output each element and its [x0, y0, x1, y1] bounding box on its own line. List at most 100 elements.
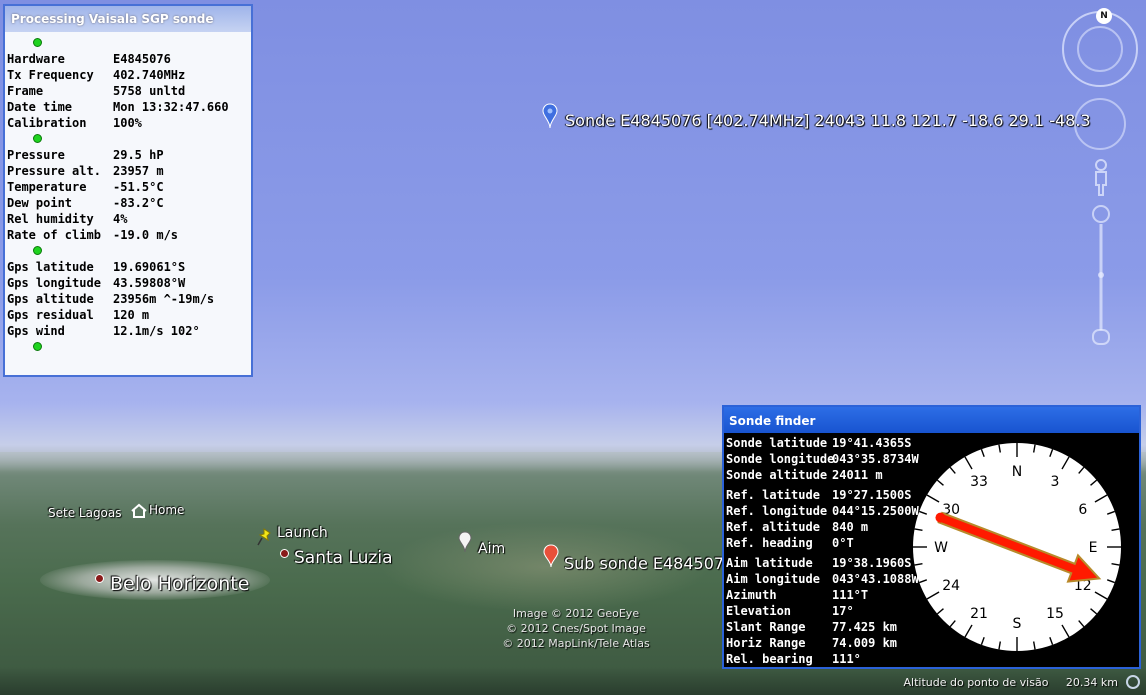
imagery-copyright: Image © 2012 GeoEye © 2012 Cnes/Spot Ima…	[496, 606, 656, 651]
row-label: Sonde longitude	[726, 452, 835, 466]
compass-label: S	[1013, 616, 1022, 632]
status-bar: Altitude do ponto de visão 20.34 km	[0, 672, 1146, 695]
row-value: 043°35.8734W	[832, 452, 919, 466]
data-row: Hardware E4845076	[7, 51, 251, 67]
label-aim[interactable]: Aim	[478, 541, 505, 557]
row-label: Azimuth	[726, 588, 777, 602]
status-dot	[33, 342, 42, 351]
data-row: Pressure 29.5 hP	[7, 147, 251, 163]
row-label: Aim latitude	[726, 556, 813, 570]
north-button[interactable]: N	[1096, 8, 1112, 24]
data-row: Rate of climb -19.0 m/s	[7, 227, 251, 243]
home-icon[interactable]	[130, 503, 148, 519]
compass-label: 21	[970, 606, 988, 622]
row-label: Gps wind	[7, 324, 65, 338]
row-value: 402.740MHz	[113, 68, 186, 82]
row-value: 17°	[832, 604, 854, 618]
row-label: Pressure alt.	[7, 164, 101, 178]
data-row: Ref. longitude 044°15.2500W	[726, 503, 926, 519]
data-row: Elevation 17°	[726, 603, 926, 619]
row-value: -83.2°C	[113, 196, 164, 210]
row-label: Ref. altitude	[726, 520, 820, 534]
row-value: 5758 unltd	[113, 84, 186, 98]
row-label: Aim longitude	[726, 572, 820, 586]
row-label: Gps altitude	[7, 292, 94, 306]
hardware-group: Hardware E4845076 Tx Frequency 402.740MHz Fr…	[7, 51, 251, 131]
sonde-finder-title[interactable]: Sonde finder	[724, 407, 1139, 433]
label-launch[interactable]: Launch	[277, 525, 328, 541]
compass-label: 24	[942, 578, 960, 594]
data-row: Ref. latitude 19°27.1500S	[726, 487, 926, 503]
data-row: Dew point -83.2°C	[7, 195, 251, 211]
data-row: Slant Range 77.425 km	[726, 619, 926, 635]
row-label: Gps longitude	[7, 276, 101, 290]
yellow-pushpin-icon[interactable]	[256, 527, 274, 547]
sonde-placemark[interactable]: Sonde E4845076 [402.74MHz] 24043 11.8 12…	[541, 103, 1091, 130]
red-pin-icon[interactable]	[542, 544, 560, 568]
bearing-arrow-tail	[935, 512, 946, 523]
compass-label: E	[1089, 540, 1098, 556]
row-value: Mon 13:32:47.660	[113, 100, 229, 114]
data-row: Temperature -51.5°C	[7, 179, 251, 195]
row-label: Tx Frequency	[7, 68, 94, 82]
label-sub-sonde[interactable]: Sub sonde E4845076	[564, 554, 722, 573]
row-value: 840 m	[832, 520, 869, 534]
data-row: Gps altitude 23956m ^-19m/s	[7, 291, 251, 307]
row-label: Hardware	[7, 52, 65, 66]
row-value: 74.009 km	[832, 636, 898, 650]
label-sete-lagoas[interactable]: Sete Lagoas	[48, 506, 122, 520]
row-value: 19°27.1500S	[832, 488, 912, 502]
row-value: 19.69061°S	[113, 260, 186, 274]
white-pin-icon[interactable]	[457, 531, 473, 553]
data-row: Rel humidity 4%	[7, 211, 251, 227]
compass-label: 15	[1046, 606, 1064, 622]
compass-rose: N36E1215S2124W3033	[913, 443, 1121, 651]
sonde-placemark-label[interactable]: Sonde E4845076 [402.74MHz] 24043 11.8 12…	[565, 111, 1091, 130]
eye-altitude-readout: Altitude do ponto de visão 20.34 km	[904, 676, 1119, 689]
row-label: Frame	[7, 84, 44, 98]
row-value: -51.5°C	[113, 180, 164, 194]
look-joystick[interactable]	[1077, 26, 1123, 72]
row-value: 29.5 hP	[113, 148, 164, 162]
row-label: Elevation	[726, 604, 792, 618]
globe-icon	[1126, 675, 1140, 689]
row-value: 120 m	[113, 308, 150, 322]
row-label: Date time	[7, 100, 73, 114]
compass-label: W	[934, 540, 948, 556]
data-row: Tx Frequency 402.740MHz	[7, 67, 251, 83]
row-value: 100%	[113, 116, 142, 130]
compass-label: N	[1012, 464, 1022, 480]
status-dot	[33, 38, 42, 47]
row-value: 111°	[832, 652, 861, 666]
street-view-person-icon[interactable]	[1090, 159, 1112, 197]
data-row: Sonde latitude 19°41.4365S	[726, 435, 926, 451]
data-row: Aim longitude 043°43.1088W	[726, 571, 926, 587]
blue-pin-icon[interactable]	[541, 103, 559, 129]
data-row: Aim latitude 19°38.1960S	[726, 555, 926, 571]
eye-altitude-value: 20.34 km	[1065, 676, 1118, 689]
label-belo-horizonte[interactable]: Belo Horizonte	[110, 573, 249, 595]
data-row: Pressure alt. 23957 m	[7, 163, 251, 179]
label-santa-luzia[interactable]: Santa Luzia	[294, 548, 392, 568]
aim-group: Aim latitude 19°38.1960S Aim longitude 043°…	[726, 555, 926, 667]
belo-horizonte-marker-icon[interactable]	[95, 574, 104, 583]
zoom-slider[interactable]	[1090, 204, 1112, 350]
status-dot	[33, 134, 42, 143]
processing-panel: Processing Vaisala SGP sonde Hardware E48…	[3, 4, 253, 377]
navigation-controls: N	[1058, 6, 1144, 356]
data-row: Date time Mon 13:32:47.660	[7, 99, 251, 115]
label-home[interactable]: Home	[149, 503, 184, 517]
row-label: Ref. latitude	[726, 488, 820, 502]
data-row: Ref. heading 0°T	[726, 535, 926, 551]
move-joystick[interactable]	[1074, 98, 1126, 150]
sonde-finder-window: Sonde finder Sonde latitude 19°41.4365S So…	[722, 405, 1141, 669]
data-row: Sonde altitude 24011 m	[726, 467, 926, 483]
row-value: 12.1m/s 102°	[113, 324, 200, 338]
data-row: Horiz Range 74.009 km	[726, 635, 926, 651]
sonde-finder-rows: Sonde latitude 19°41.4365S Sonde longitude…	[726, 435, 926, 667]
santa-luzia-marker-icon[interactable]	[280, 549, 289, 558]
row-label: Ref. heading	[726, 536, 813, 550]
row-label: Dew point	[7, 196, 73, 210]
row-label: Sonde altitude	[726, 468, 828, 482]
compass-label: 33	[970, 474, 988, 490]
